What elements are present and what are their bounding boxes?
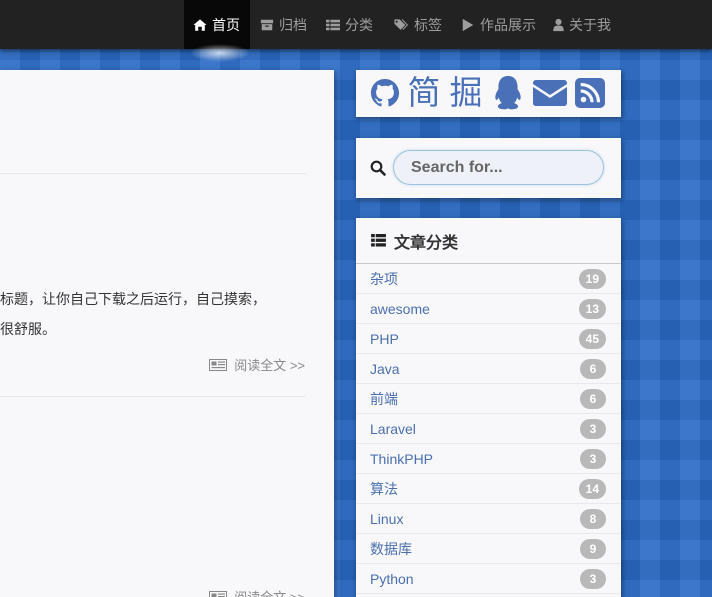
category-item[interactable]: Python 3 [356, 564, 621, 594]
category-count-badge: 14 [578, 478, 606, 499]
nav-categories[interactable]: 分类 [326, 0, 373, 49]
nav-works[interactable]: 作品展示 [461, 0, 536, 49]
home-icon [193, 18, 207, 32]
read-more-link[interactable]: 阅读全文 >> [209, 587, 305, 597]
juejin-link[interactable]: 掘 [448, 73, 484, 113]
jianshu-link[interactable]: 简 [406, 73, 442, 113]
list-icon [371, 234, 386, 247]
category-item[interactable]: PHP 45 [356, 324, 621, 354]
category-count-badge: 3 [580, 418, 606, 439]
rss-link[interactable] [575, 78, 605, 108]
category-item[interactable]: 前端 6 [356, 384, 621, 414]
category-label: 前端 [370, 390, 398, 407]
qq-icon [495, 76, 521, 110]
category-count-badge: 6 [580, 388, 606, 409]
category-count-badge: 3 [580, 448, 606, 469]
nav-about[interactable]: 关于我 [553, 0, 611, 49]
category-label: Laravel [370, 420, 416, 437]
category-label: ThinkPHP [370, 450, 434, 467]
category-item[interactable]: 算法 14 [356, 474, 621, 504]
category-label: 算法 [370, 480, 398, 497]
nav-tags[interactable]: 标签 [393, 0, 442, 49]
qq-link[interactable] [490, 75, 526, 111]
post-list-panel: 标题，让你自己下载之后运行，自己摸索， 很舒服。 阅读全文 >> 阅读全文 >> [0, 70, 334, 597]
read-more-label: 阅读全文 >> [234, 587, 305, 597]
post-divider [0, 173, 306, 174]
category-count-badge: 9 [580, 538, 606, 559]
category-label: Python [370, 570, 414, 587]
nav-tags-label: 标签 [414, 16, 442, 33]
category-label: 数据库 [370, 540, 412, 557]
category-item[interactable]: 数据库 9 [356, 534, 621, 564]
play-icon [461, 18, 475, 32]
category-item[interactable]: Laravel 3 [356, 414, 621, 444]
post-excerpt-line-1: 标题，让你自己下载之后运行，自己摸索， [0, 291, 266, 307]
category-label: Java [370, 360, 400, 377]
nav-archive[interactable]: 归档 [260, 0, 307, 49]
category-count-badge: 6 [580, 358, 606, 379]
active-nav-glow [190, 44, 250, 62]
user-icon [553, 18, 564, 32]
nav-about-label: 关于我 [569, 16, 611, 33]
email-link[interactable] [532, 79, 568, 107]
nav-archive-label: 归档 [279, 16, 307, 33]
category-label: PHP [370, 330, 399, 347]
nav-home[interactable]: 首页 [184, 0, 250, 49]
newspaper-icon [209, 358, 228, 371]
categories-title: 文章分类 [394, 234, 459, 252]
category-label: awesome [370, 300, 430, 317]
nav-works-label: 作品展示 [480, 16, 536, 33]
top-navbar: 首页 归档 分类 标签 作品展示 关于我 [0, 0, 712, 49]
category-item[interactable]: ThinkPHP 3 [356, 444, 621, 474]
github-link[interactable] [370, 78, 400, 108]
categories-header: 文章分类 [356, 218, 621, 264]
category-item[interactable]: awesome 13 [356, 294, 621, 324]
post-divider [0, 396, 306, 397]
category-label: Linux [370, 510, 404, 527]
category-count-badge: 8 [580, 508, 606, 529]
search-widget [356, 138, 621, 198]
archive-icon [260, 18, 274, 32]
category-item[interactable]: 杂项 19 [356, 264, 621, 294]
list-icon [326, 18, 340, 32]
category-count-badge: 13 [578, 298, 606, 319]
juejin-icon: 掘 [449, 74, 483, 111]
category-count-badge: 3 [580, 568, 606, 589]
jianshu-icon: 简 [407, 74, 441, 111]
rss-icon [575, 78, 605, 108]
nav-categories-label: 分类 [345, 16, 373, 33]
read-more-label: 阅读全文 >> [234, 358, 305, 373]
search-icon [370, 160, 386, 176]
category-item[interactable]: Java 6 [356, 354, 621, 384]
categories-widget: 文章分类 杂项 19 awesome 13 PHP 45 Java 6 前端 6… [356, 218, 621, 597]
nav-home-label: 首页 [212, 16, 240, 33]
tags-icon [393, 18, 409, 32]
social-links-widget: 简 掘 [356, 70, 621, 117]
post-excerpt-line-2: 很舒服。 [0, 321, 56, 337]
search-input[interactable] [393, 150, 604, 185]
category-count-badge: 45 [578, 328, 606, 349]
read-more-link[interactable]: 阅读全文 >> [209, 355, 305, 374]
category-label: 杂项 [370, 270, 398, 287]
newspaper-icon [209, 590, 228, 597]
category-count-badge: 19 [578, 268, 606, 289]
mail-icon [533, 80, 567, 106]
category-item[interactable]: Linux 8 [356, 504, 621, 534]
github-icon [370, 78, 400, 107]
